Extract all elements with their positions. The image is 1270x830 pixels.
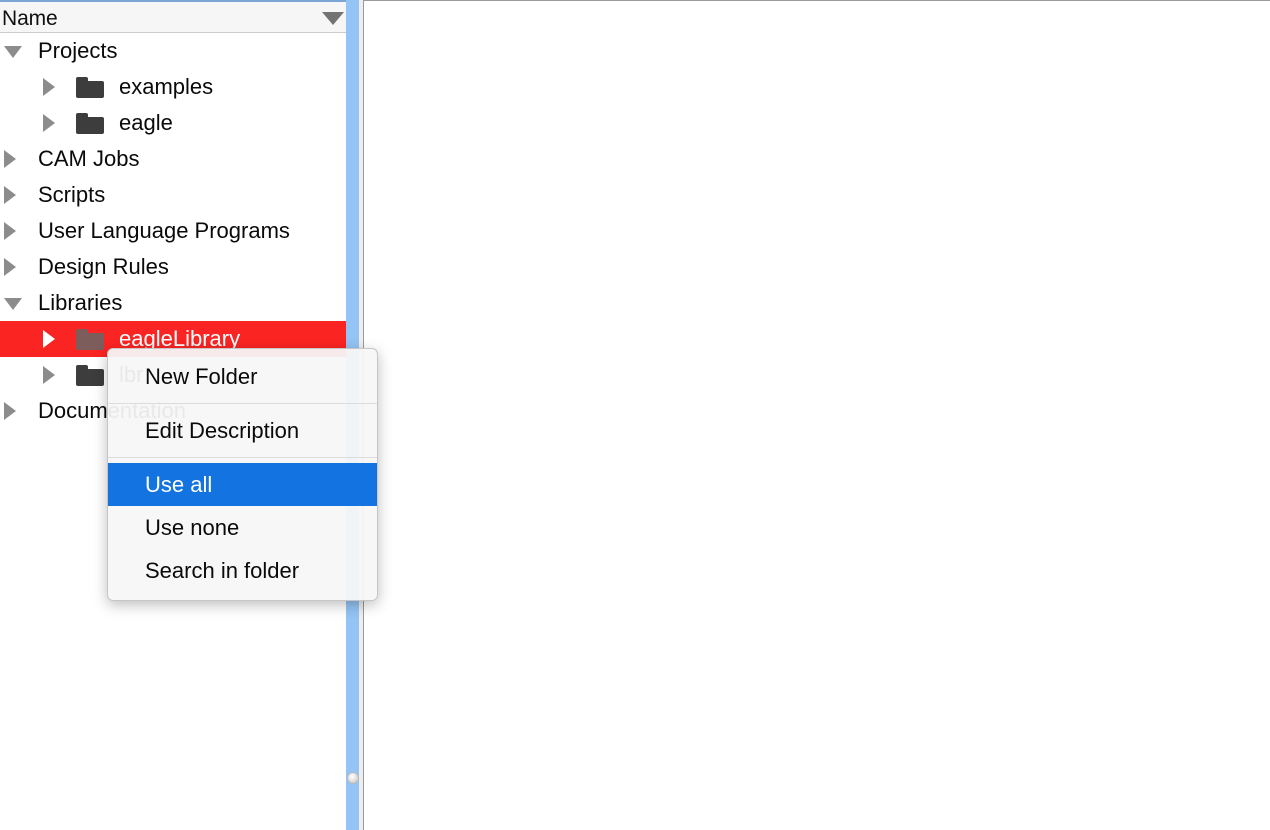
- menu-separator: [108, 457, 377, 458]
- context-menu-item[interactable]: New Folder: [108, 355, 377, 398]
- folder-icon-body: [76, 117, 104, 134]
- tree-row[interactable]: Scripts: [0, 177, 346, 213]
- context-menu-item-label: New Folder: [145, 363, 258, 389]
- chevron-right-icon[interactable]: [4, 186, 16, 204]
- chevron-down-icon[interactable]: [4, 46, 22, 58]
- tree-row[interactable]: eagle: [0, 105, 346, 141]
- tree-row-label: Libraries: [38, 290, 123, 315]
- column-header-name[interactable]: Name: [2, 6, 58, 31]
- context-menu-item[interactable]: Use none: [108, 506, 377, 549]
- resize-grip-icon[interactable]: [347, 772, 359, 784]
- folder-icon: [76, 77, 104, 98]
- tree-row[interactable]: Projects: [0, 33, 346, 69]
- folder-icon: [76, 329, 104, 350]
- chevron-right-icon[interactable]: [4, 150, 16, 168]
- tree-row[interactable]: Design Rules: [0, 249, 346, 285]
- tree-row-label: CAM Jobs: [38, 146, 140, 171]
- application-window: Name Projects examples eagle CAM Jobs Script…: [0, 0, 1270, 830]
- context-menu-item-label: Edit Description: [145, 417, 300, 443]
- tree-row[interactable]: Libraries: [0, 285, 346, 321]
- folder-icon: [76, 113, 104, 134]
- chevron-down-icon[interactable]: [4, 298, 22, 310]
- tree-row-label: Scripts: [38, 182, 106, 207]
- tree-row-label: User Language Programs: [38, 218, 290, 243]
- tree-row-label: eagle: [119, 110, 173, 135]
- tree-row[interactable]: CAM Jobs: [0, 141, 346, 177]
- tree-column-header[interactable]: Name: [0, 0, 346, 33]
- folder-icon-body: [76, 333, 104, 350]
- tree-row-label: Design Rules: [38, 254, 169, 279]
- folder-icon-body: [76, 81, 104, 98]
- context-menu-item-label: Use none: [145, 514, 240, 540]
- tree-row-label: examples: [119, 74, 214, 99]
- context-menu-item[interactable]: Search in folder: [108, 549, 377, 592]
- context-menu: New Folder Edit Description Use all Use non…: [107, 348, 378, 601]
- context-menu-item-label: Use all: [145, 471, 213, 497]
- context-menu-item-label: Search in folder: [145, 557, 300, 583]
- menu-separator: [108, 403, 377, 404]
- chevron-right-icon[interactable]: [4, 222, 16, 240]
- tree-row[interactable]: examples: [0, 69, 346, 105]
- detail-content-panel: [363, 0, 1270, 830]
- context-menu-item[interactable]: Use all: [108, 463, 377, 506]
- chevron-right-icon[interactable]: [43, 366, 55, 384]
- folder-icon: [76, 365, 104, 386]
- chevron-right-icon[interactable]: [43, 78, 55, 96]
- tree-row[interactable]: User Language Programs: [0, 213, 346, 249]
- chevron-right-icon[interactable]: [43, 114, 55, 132]
- folder-icon-body: [76, 369, 104, 386]
- chevron-right-icon[interactable]: [4, 402, 16, 420]
- chevron-right-icon[interactable]: [4, 258, 16, 276]
- chevron-right-icon[interactable]: [43, 330, 55, 348]
- context-menu-item[interactable]: Edit Description: [108, 409, 377, 452]
- tree-row-label: Projects: [38, 38, 118, 63]
- triangle-down-icon[interactable]: [322, 12, 344, 25]
